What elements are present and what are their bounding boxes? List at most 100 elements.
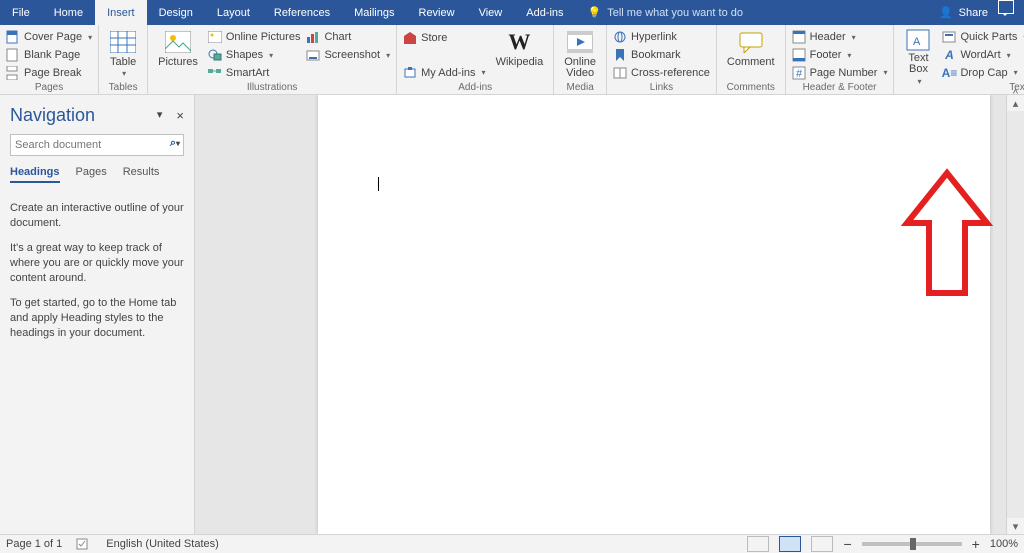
group-pages: Cover Page▾ Blank Page Page Break Pages [0, 25, 99, 94]
document-page[interactable] [318, 95, 990, 534]
tab-references[interactable]: References [262, 0, 342, 25]
document-area[interactable]: ▴ ▾ [195, 95, 1024, 534]
status-page[interactable]: Page 1 of 1 [6, 538, 62, 550]
tab-file[interactable]: File [0, 0, 42, 25]
footer-label: Footer [810, 49, 842, 61]
search-icon[interactable]: ⌕▾ [170, 137, 180, 150]
blank-page-icon [6, 48, 20, 62]
tab-mailings[interactable]: Mailings [342, 0, 406, 25]
tab-view[interactable]: View [467, 0, 515, 25]
tab-home[interactable]: Home [42, 0, 95, 25]
tab-insert[interactable]: Insert [95, 0, 147, 25]
zoom-knob[interactable] [910, 538, 916, 550]
text-box-label: Text Box [908, 53, 928, 75]
cover-page-label: Cover Page [24, 31, 82, 43]
store-icon [403, 31, 417, 45]
group-addins-label: Add-ins [403, 82, 547, 94]
zoom-level[interactable]: 100% [990, 538, 1018, 550]
header-icon [792, 30, 806, 44]
scroll-up-button[interactable]: ▴ [1007, 95, 1024, 111]
comment-button[interactable]: Comment [723, 27, 779, 81]
pictures-label: Pictures [158, 57, 198, 68]
svg-text:A: A [913, 36, 921, 48]
nav-dropdown-icon[interactable]: ▾ [157, 108, 163, 123]
share-button[interactable]: 👤 Share [929, 0, 998, 25]
group-tables: Table▾ Tables [99, 25, 148, 94]
page-number-button[interactable]: #Page Number▾ [792, 64, 888, 81]
screenshot-button[interactable]: Screenshot▾ [306, 47, 390, 64]
nav-text-1: Create an interactive outline of your do… [10, 201, 184, 231]
smartart-label: SmartArt [226, 67, 269, 79]
comment-label: Comment [727, 57, 775, 68]
vertical-scrollbar[interactable]: ▴ ▾ [1006, 95, 1024, 534]
view-web-layout[interactable] [811, 536, 833, 552]
blank-page-button[interactable]: Blank Page [6, 47, 92, 64]
tab-design[interactable]: Design [147, 0, 205, 25]
nav-tab-pages[interactable]: Pages [76, 166, 107, 183]
header-label: Header [810, 31, 846, 43]
tab-layout[interactable]: Layout [205, 0, 262, 25]
page-break-icon [6, 66, 20, 80]
group-tables-label: Tables [105, 82, 141, 94]
screenshot-icon [306, 48, 320, 62]
navigation-title: Navigation [10, 105, 95, 126]
tab-addins[interactable]: Add-ins [514, 0, 575, 25]
nav-tabs: Headings Pages Results [10, 166, 184, 183]
tab-review[interactable]: Review [407, 0, 467, 25]
text-cursor [378, 177, 379, 191]
search-input[interactable] [10, 134, 184, 156]
drop-cap-button[interactable]: A≡Drop Cap▾ [942, 64, 1024, 81]
table-button[interactable]: Table▾ [105, 27, 141, 81]
store-button[interactable]: Store [403, 29, 485, 46]
status-bar: Page 1 of 1 English (United States) − + … [0, 534, 1024, 553]
footer-button[interactable]: Footer▾ [792, 47, 888, 64]
svg-text:#: # [796, 68, 803, 80]
chart-icon [306, 30, 320, 44]
text-box-button[interactable]: A Text Box▾ [900, 27, 936, 81]
screenshot-label: Screenshot [324, 49, 380, 61]
online-pictures-button[interactable]: Online Pictures [208, 29, 301, 46]
shapes-button[interactable]: Shapes▾ [208, 47, 301, 64]
smartart-button[interactable]: SmartArt [208, 64, 301, 81]
comment-icon [737, 29, 765, 55]
nav-close-icon[interactable]: × [176, 108, 184, 123]
page-break-button[interactable]: Page Break [6, 64, 92, 81]
wikipedia-button[interactable]: W Wikipedia [492, 27, 548, 81]
zoom-out-button[interactable]: − [843, 536, 851, 552]
wordart-button[interactable]: AWordArt▾ [942, 47, 1024, 64]
page-break-label: Page Break [24, 67, 81, 79]
cross-reference-button[interactable]: Cross-reference [613, 64, 710, 81]
workspace: Navigation ▾ × ⌕▾ Headings Pages Results… [0, 95, 1024, 534]
table-label: Table [110, 56, 136, 68]
nav-tab-results[interactable]: Results [123, 166, 160, 183]
scroll-down-button[interactable]: ▾ [1007, 518, 1024, 534]
scroll-track[interactable] [1007, 111, 1024, 518]
zoom-slider[interactable] [862, 542, 962, 546]
cover-page-button[interactable]: Cover Page▾ [6, 29, 92, 46]
wikipedia-icon: W [505, 29, 533, 55]
status-language[interactable]: English (United States) [106, 538, 219, 550]
group-addins: Store My Add-ins▾ W Wikipedia Add-ins [397, 25, 554, 94]
bookmark-button[interactable]: Bookmark [613, 47, 710, 64]
group-media: Online Video Media [554, 25, 607, 94]
ribbon: Cover Page▾ Blank Page Page Break Pages … [0, 25, 1024, 95]
view-print-layout[interactable] [779, 536, 801, 552]
pictures-button[interactable]: Pictures [154, 27, 202, 81]
header-button[interactable]: Header▾ [792, 29, 888, 46]
nav-tab-headings[interactable]: Headings [10, 166, 60, 183]
cover-page-icon [6, 30, 20, 44]
quick-parts-button[interactable]: Quick Parts▾ [942, 29, 1024, 46]
my-addins-button[interactable]: My Add-ins▾ [403, 64, 485, 81]
view-read-mode[interactable] [747, 536, 769, 552]
feedback-icon[interactable] [998, 0, 1014, 14]
group-text-label: Text [900, 82, 1024, 94]
nav-text-2: It's a great way to keep track of where … [10, 241, 184, 286]
drop-cap-label: Drop Cap [960, 67, 1007, 79]
hyperlink-button[interactable]: Hyperlink [613, 29, 710, 46]
chart-button[interactable]: Chart [306, 29, 390, 46]
spellcheck-icon[interactable] [76, 538, 92, 550]
table-icon [109, 29, 137, 55]
zoom-in-button[interactable]: + [972, 536, 980, 552]
tell-me[interactable]: 💡 Tell me what you want to do [576, 0, 743, 25]
online-video-button[interactable]: Online Video [560, 27, 600, 81]
